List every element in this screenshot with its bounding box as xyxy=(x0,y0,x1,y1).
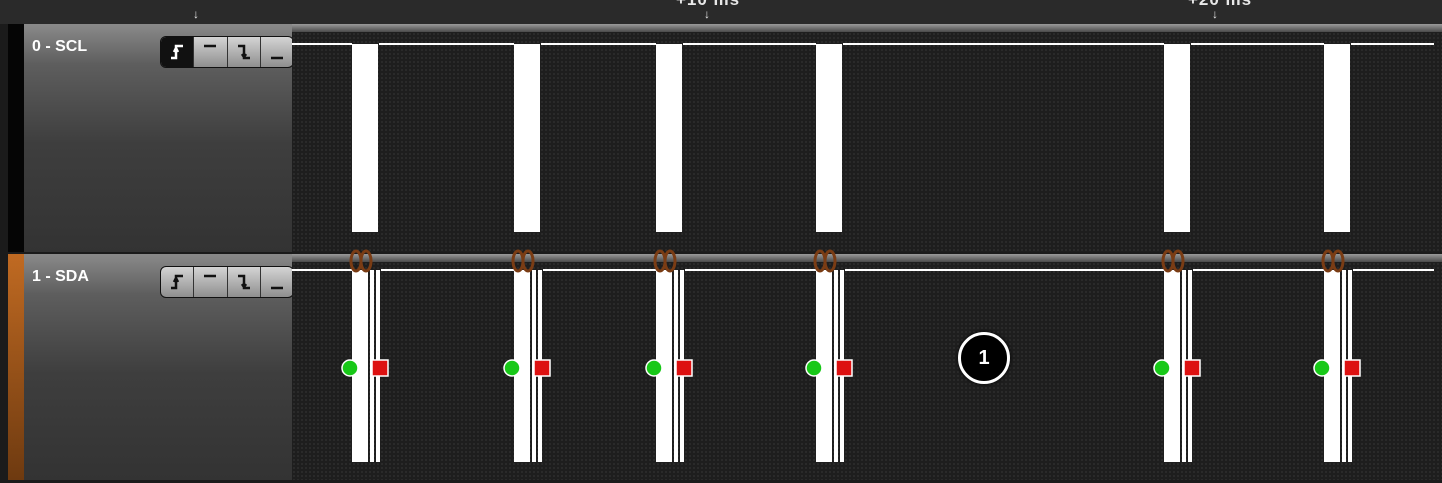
i2c-stop-marker-5 xyxy=(1183,359,1201,377)
scl-pulse-burst-3 xyxy=(656,44,682,232)
i2c-stop-marker-1 xyxy=(371,359,389,377)
i2c-stop-marker-6 xyxy=(1343,359,1361,377)
logic-analyzer-window: +10 ms +20 ms ↓ ↓ ↓ 0 - SCL 1 - SDA xyxy=(0,0,1442,483)
i2c-stop-marker-4 xyxy=(835,359,853,377)
waveform-layer xyxy=(292,43,1434,462)
i2c-stop-marker-2 xyxy=(533,359,551,377)
i2c-start-marker-1 xyxy=(341,359,359,377)
i2c-start-marker-3 xyxy=(645,359,663,377)
pulse-marker-4-2 xyxy=(823,249,837,273)
pulse-marker-3-2 xyxy=(663,249,677,273)
scl-pulse-burst-1 xyxy=(352,44,378,232)
scl-pulse-burst-5 xyxy=(1164,44,1190,232)
i2c-start-marker-4 xyxy=(805,359,823,377)
i2c-start-marker-6 xyxy=(1313,359,1331,377)
pulse-marker-6-2 xyxy=(1331,249,1345,273)
scl-pulse-burst-4 xyxy=(816,44,842,232)
pulse-marker-5-2 xyxy=(1171,249,1185,273)
pulse-marker-2-2 xyxy=(521,249,535,273)
i2c-start-marker-5 xyxy=(1153,359,1171,377)
i2c-stop-marker-3 xyxy=(675,359,693,377)
callout-number-1: 1 xyxy=(958,332,1010,384)
i2c-start-marker-2 xyxy=(503,359,521,377)
scl-pulse-burst-2 xyxy=(514,44,540,232)
scl-pulse-burst-6 xyxy=(1324,44,1350,232)
pulse-marker-1-2 xyxy=(359,249,373,273)
